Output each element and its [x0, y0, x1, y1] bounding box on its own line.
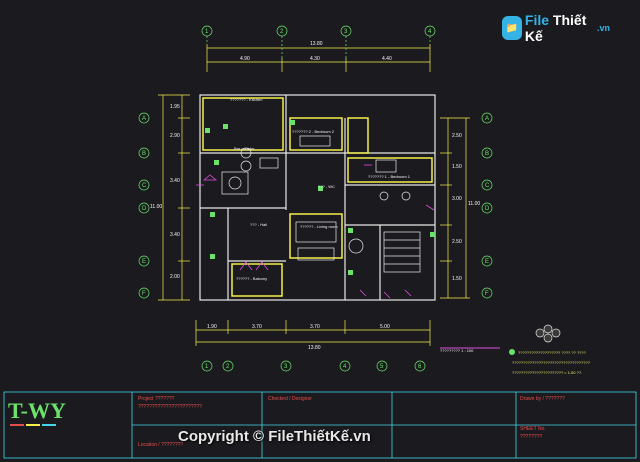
right-dimension-5: 1.50 [452, 276, 462, 282]
top-dimension-3: 4.40 [382, 56, 392, 62]
title-sheet-value: ???????? [520, 434, 542, 440]
right-dimension-3: 3.00 [452, 196, 462, 202]
grid-label-bottom-4: 4 [343, 364, 347, 370]
title-block-logo-text: T-WY [8, 398, 66, 423]
room-label-living: ?????? - Living room [300, 224, 338, 229]
compass-icon [535, 324, 561, 343]
note-line-3: ??????????????????????? = 1.00 ??. [512, 370, 582, 375]
grid-label-bottom-6: 6 [418, 364, 422, 370]
room-label-hall: ??? - Hall [250, 222, 267, 227]
grid-label-bottom-1: 1 [205, 364, 209, 370]
room-label-wc: ??? - WC [318, 184, 335, 189]
grid-label-bottom-3: 3 [284, 364, 288, 370]
grid-label-bottom-5: 5 [380, 364, 384, 370]
grid-label-top-2: 2 [280, 29, 284, 35]
right-dimension-1: 2.50 [452, 133, 462, 139]
bottom-dimension-4: 5.00 [380, 324, 390, 330]
room-label-bedroom1: ??????? 1 - Bedroom 1 [368, 174, 411, 179]
title-project-label: Project ??????? [138, 396, 175, 402]
title-drawn-label: Drawn by / ??????? [520, 396, 565, 402]
bottom-grid-bubbles [201, 360, 426, 372]
scale-label: ????????? 1 : 100 [440, 348, 474, 353]
copyright-watermark: Copyright © FileThiếtKế.vn [178, 428, 371, 445]
title-checked-label: Checked / Designer [268, 396, 312, 402]
floor-plan-walls [199, 94, 436, 301]
watermark-brand-a: File [524, 12, 550, 28]
folder-icon: 📁 [502, 16, 522, 40]
room-label-kitchen: ??????? - Kitchen [230, 97, 262, 102]
grid-label-left-a: A [142, 116, 146, 122]
grid-label-bottom-2: 2 [226, 364, 230, 370]
grid-label-right-f: F [485, 291, 489, 297]
grid-label-top-1: 1 [205, 29, 209, 35]
right-dimension-4: 2.50 [452, 239, 462, 245]
grid-label-right-a: A [485, 116, 489, 122]
watermark-brand: File Thiết Kế [525, 12, 594, 44]
note-line-1: ??????????????????? ???? ?? ???? [518, 350, 587, 355]
left-dimension-4: 3.40 [170, 232, 180, 238]
bottom-dimension-2: 3.70 [252, 324, 262, 330]
green-door-markers [205, 120, 435, 275]
note-bullet-icon [509, 349, 515, 355]
floor-plan-yellow-walls [202, 97, 433, 297]
cad-drawing-canvas: 13.80 4.90 4.30 4.40 1 2 3 4 1.95 2.90 3… [3, 25, 637, 459]
title-sheet-label: SHEET No. [520, 426, 546, 432]
grid-label-left-b: B [142, 151, 146, 157]
grid-label-left-e: E [142, 259, 146, 265]
right-dimension-2: 1.50 [452, 164, 462, 170]
furniture-symbols [221, 135, 421, 273]
room-label-balcony: ?????? - Balcony [236, 276, 267, 281]
right-total-dimension: 11.00 [468, 201, 480, 207]
grid-label-left-c: C [142, 183, 147, 189]
grid-label-right-e: E [485, 259, 489, 265]
title-location-label: Location / ???????? [138, 442, 184, 448]
title-block-logo: T-WY [8, 398, 66, 426]
grid-label-top-4: 4 [428, 29, 432, 35]
left-dimension-5: 2.00 [170, 274, 180, 280]
bottom-dimension-1: 1.90 [207, 324, 217, 330]
left-dimension-1: 1.95 [170, 104, 180, 110]
grid-label-left-f: F [142, 291, 146, 297]
left-dimension-3: 3.40 [170, 178, 180, 184]
watermark-tld: .vn [596, 23, 610, 33]
left-dimension-lines [158, 94, 190, 301]
top-dimension-1: 4.90 [240, 56, 250, 62]
room-label-bedroom2: ??????? 2 - Bedroom 2 [292, 129, 335, 134]
top-total-dimension: 13.80 [310, 41, 323, 47]
room-label-bar: Bar counter [234, 146, 255, 151]
top-dimension-2: 4.30 [310, 56, 320, 62]
bottom-dimension-3: 3.70 [310, 324, 320, 330]
watermark-logo: 📁 File Thiết Kế .vn [502, 12, 610, 44]
grid-label-left-d: D [142, 206, 147, 212]
right-dimension-lines [440, 117, 470, 299]
grid-label-top-3: 3 [344, 29, 348, 35]
left-dimension-2: 2.90 [170, 133, 180, 139]
left-total-dimension: 11.00 [150, 204, 162, 210]
title-project-value: ??????????????????????? [138, 404, 202, 410]
grid-label-right-d: D [485, 206, 490, 212]
note-line-2: ??????????????????????????????????? [512, 360, 591, 365]
bottom-total-dimension: 13.80 [308, 345, 321, 351]
grid-label-right-b: B [485, 151, 489, 157]
grid-label-right-c: C [485, 183, 490, 189]
